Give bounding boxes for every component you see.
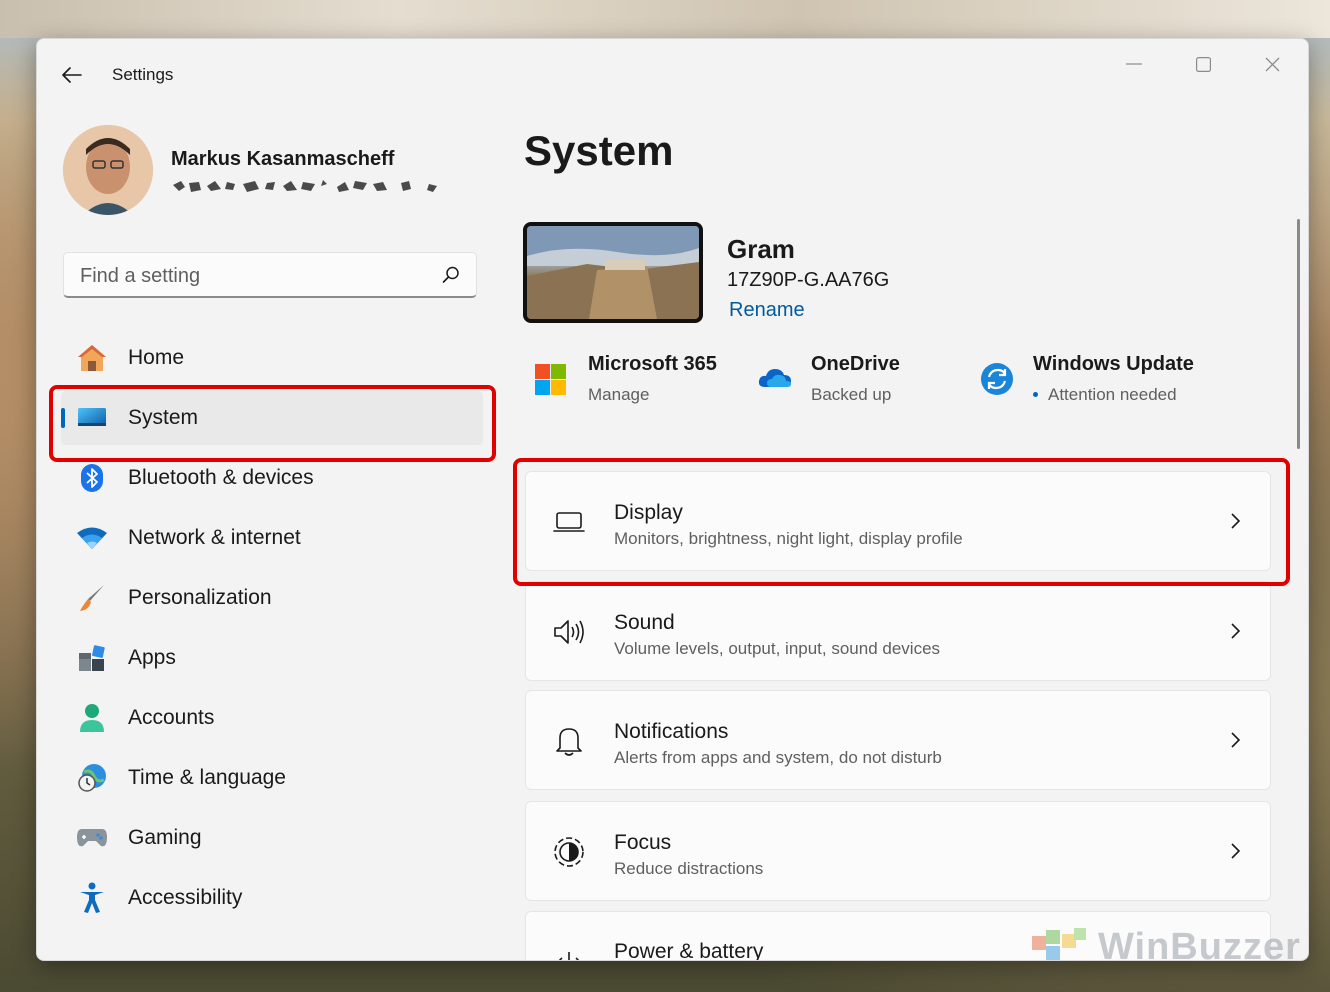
window-title: Settings xyxy=(112,65,174,84)
sidebar-item-apps[interactable]: Apps xyxy=(61,631,483,685)
home-icon xyxy=(75,341,109,375)
windows-update-icon xyxy=(981,363,1013,395)
tile-title: Microsoft 365 xyxy=(588,353,717,375)
card-title: Focus xyxy=(614,831,672,854)
wallpaper-preview xyxy=(527,226,699,319)
sidebar-item-label: Accessibility xyxy=(128,886,243,909)
sidebar-item-accounts[interactable]: Accounts xyxy=(61,691,483,745)
tile-subtitle: Attention needed xyxy=(1048,385,1177,404)
status-dot xyxy=(1033,391,1038,397)
sidebar-item-bluetooth[interactable]: Bluetooth & devices xyxy=(61,451,483,505)
sidebar-nav: Home System Bluetooth & devices Network … xyxy=(61,331,483,931)
minimize-icon xyxy=(1126,63,1142,65)
avatar[interactable] xyxy=(63,125,153,215)
watermark-logo-icon xyxy=(1032,928,1086,960)
page-title: System xyxy=(524,127,674,174)
power-icon xyxy=(558,952,580,960)
sidebar-item-label: Personalization xyxy=(128,586,272,609)
sidebar-item-label: Time & language xyxy=(128,766,286,789)
person-icon xyxy=(75,701,109,735)
card-subtitle: Alerts from apps and system, do not dist… xyxy=(614,748,942,767)
tile-subtitle-wrap: Attention needed xyxy=(1033,385,1177,405)
tile-title: Windows Update xyxy=(1033,353,1194,375)
sidebar-item-personalization[interactable]: Personalization xyxy=(61,571,483,625)
tile-subtitle: Manage xyxy=(588,385,650,404)
sidebar-item-label: Gaming xyxy=(128,826,202,849)
brush-icon xyxy=(75,581,109,615)
rename-link[interactable]: Rename xyxy=(729,299,805,322)
sidebar-item-label: Bluetooth & devices xyxy=(128,466,314,489)
device-name: Gram xyxy=(727,234,795,264)
user-photo xyxy=(63,125,153,215)
sidebar-item-gaming[interactable]: Gaming xyxy=(61,811,483,865)
gamepad-icon xyxy=(75,821,109,855)
focus-card[interactable]: Focus Reduce distractions xyxy=(525,801,1271,901)
onedrive-tile[interactable]: OneDrive Backed up xyxy=(757,351,957,411)
scrollbar[interactable] xyxy=(1297,219,1300,449)
maximize-icon xyxy=(1195,56,1211,72)
sidebar-item-time-language[interactable]: Time & language xyxy=(61,751,483,805)
sidebar-item-network[interactable]: Network & internet xyxy=(61,511,483,565)
title-bar: Settings xyxy=(37,39,1308,111)
card-subtitle: Reduce distractions xyxy=(614,859,764,878)
maximize-button[interactable] xyxy=(1180,49,1226,79)
profile-name: Markus Kasanmascheff xyxy=(171,148,395,170)
minimize-button[interactable] xyxy=(1111,49,1157,79)
microsoft-365-tile[interactable]: Microsoft 365 Manage xyxy=(534,351,744,411)
redacted-email xyxy=(173,180,437,192)
chevron-right-icon xyxy=(1231,843,1241,859)
search-icon[interactable] xyxy=(442,266,460,284)
card-title: Notifications xyxy=(614,720,729,743)
watermark: WinBuzzer xyxy=(1026,926,1306,968)
focus-icon xyxy=(554,837,584,867)
notifications-card[interactable]: Notifications Alerts from apps and syste… xyxy=(525,690,1271,790)
sound-card[interactable]: Sound Volume levels, output, input, soun… xyxy=(525,581,1271,681)
settings-window: Settings Markus Kasanmascheff Find a set… xyxy=(36,38,1309,961)
tile-subtitle: Backed up xyxy=(811,385,892,404)
sidebar-item-label: Home xyxy=(128,346,185,369)
sidebar-item-label: Accounts xyxy=(128,706,215,729)
tile-title: OneDrive xyxy=(811,353,900,375)
sidebar-item-label: Apps xyxy=(128,646,176,669)
watermark-text: WinBuzzer xyxy=(1098,926,1301,968)
display-card[interactable]: Display Monitors, brightness, night ligh… xyxy=(525,471,1271,571)
sidebar-item-home[interactable]: Home xyxy=(61,331,483,385)
laptop-icon xyxy=(553,512,585,532)
card-title: Display xyxy=(614,501,683,524)
chevron-right-icon xyxy=(1231,513,1241,529)
card-subtitle: Volume levels, output, input, sound devi… xyxy=(614,639,941,658)
sidebar-item-label: Network & internet xyxy=(128,526,301,549)
windows-update-tile[interactable]: Windows Update Attention needed xyxy=(979,351,1259,411)
sidebar-item-accessibility[interactable]: Accessibility xyxy=(61,871,483,925)
card-title: Power & battery xyxy=(614,940,764,961)
card-subtitle: Monitors, brightness, night light, displ… xyxy=(614,529,963,548)
device-model: 17Z90P-G.AA76G xyxy=(727,269,890,291)
onedrive-cloud-icon xyxy=(758,369,791,387)
accessibility-icon xyxy=(75,881,109,915)
bluetooth-icon xyxy=(75,461,109,495)
search-input[interactable] xyxy=(78,253,422,299)
active-indicator xyxy=(61,408,65,428)
chevron-right-icon xyxy=(1231,732,1241,748)
system-icon xyxy=(75,401,109,435)
device-wallpaper-thumbnail xyxy=(523,222,703,323)
speaker-icon xyxy=(554,620,584,644)
back-arrow-icon xyxy=(62,67,82,83)
microsoft-logo-icon xyxy=(535,364,566,395)
chevron-right-icon xyxy=(1231,623,1241,639)
search-box[interactable] xyxy=(63,252,477,299)
close-icon xyxy=(1265,57,1279,71)
back-button[interactable] xyxy=(57,61,87,89)
globe-clock-icon xyxy=(75,761,109,795)
wifi-icon xyxy=(75,521,109,555)
close-button[interactable] xyxy=(1249,49,1295,79)
sidebar-item-label: System xyxy=(128,406,199,429)
card-title: Sound xyxy=(614,611,675,634)
bell-icon xyxy=(556,728,582,756)
sidebar-item-system[interactable]: System xyxy=(61,391,483,445)
apps-icon xyxy=(75,641,109,675)
